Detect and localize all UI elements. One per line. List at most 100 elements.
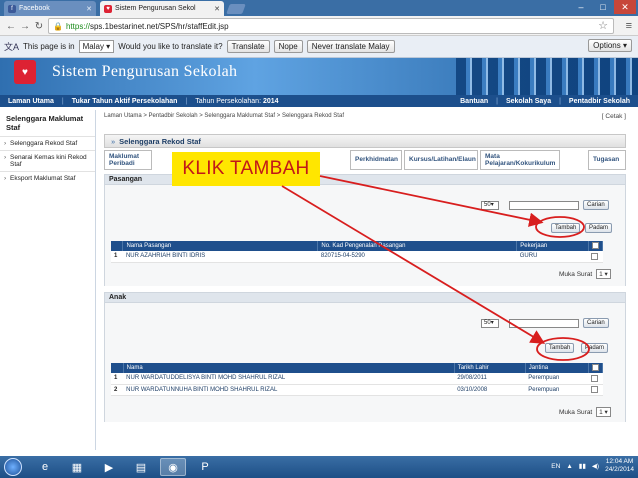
carian-button[interactable]: Carian <box>583 318 609 328</box>
select-all-checkbox[interactable] <box>591 242 599 250</box>
close-window-icon[interactable]: ✕ <box>614 0 636 14</box>
col-tarikh-lahir: Tarikh Lahir <box>454 363 526 373</box>
table-row[interactable]: 1 NUR AZAHRIAH BINTI IDRIS 820715-04-529… <box>111 251 603 263</box>
sidebar-item-senarai[interactable]: Senarai Kemas kini Rekod Staf <box>0 150 95 171</box>
padam-button[interactable]: Padam <box>585 223 613 233</box>
reload-icon[interactable]: ↻ <box>32 19 46 33</box>
tab-kursus[interactable]: Kursus/Latihan/Elaun <box>404 150 478 170</box>
sidebar-item-selenggara[interactable]: Selenggara Rekod Staf <box>0 136 95 150</box>
search-input[interactable] <box>509 201 579 210</box>
translate-prefix: This page is in <box>23 42 75 51</box>
powerpoint-icon[interactable]: P <box>192 458 218 476</box>
tab-label: Sistem Pengurusan Sekol <box>115 5 196 12</box>
tab-maklumat-peribadi[interactable]: Maklumat Peribadi <box>104 150 152 170</box>
close-icon[interactable]: ✕ <box>86 5 92 13</box>
windows-taskbar: e ▦ ▶ ▤ ◉ P EN ▲ ▮▮ ◀) 12:04 AM 24/2/201… <box>0 456 638 478</box>
tab-tugasan[interactable]: Tugasan <box>588 150 626 170</box>
app-title: Sistem Pengurusan Sekolah <box>52 63 238 80</box>
url-path: sps.1bestarinet.net/SPS/hr/staffEdit.jsp <box>89 21 229 31</box>
language-select[interactable]: Malay ▾ <box>78 40 115 53</box>
bookmark-star-icon[interactable]: ☆ <box>598 19 608 32</box>
collapse-icon: » <box>111 136 116 146</box>
menu-pentadbir-sekolah[interactable]: Pentadbir Sekolah <box>561 98 638 105</box>
annotation-label: KLIK TAMBAH <box>172 152 320 186</box>
sidebar-item-eksport[interactable]: Eksport Maklumat Staf <box>0 171 95 185</box>
cell-dob: 03/10/2008 <box>454 384 526 396</box>
padam-button[interactable]: Padam <box>581 343 609 353</box>
menu-laman-utama[interactable]: Laman Utama <box>0 98 62 105</box>
tray-arrow-icon[interactable]: ▲ <box>566 463 572 470</box>
col-no-kad: No. Kad Pengenalan Pasangan <box>317 241 518 251</box>
cell-dob: 29/08/2011 <box>454 373 526 385</box>
cell-gender: Perempuan <box>525 384 589 396</box>
translate-button[interactable]: Translate <box>226 40 270 53</box>
network-icon[interactable]: ▮▮ <box>579 462 586 470</box>
options-button[interactable]: Options ▾ <box>588 39 632 52</box>
tab-mata-pelajaran[interactable]: Mata Pelajaran/Kokurikulum <box>480 150 560 170</box>
page-select[interactable]: 1 ▾ <box>596 269 611 279</box>
system-tray: EN ▲ ▮▮ ◀) 12:04 AM 24/2/2014 <box>551 458 634 474</box>
lock-icon: 🔒 <box>53 21 63 31</box>
chrome-icon[interactable]: ◉ <box>160 458 186 476</box>
table-row[interactable]: 1 NUR WARDATUDDELISYA BINTI MOHD SHAHRUL… <box>111 373 603 385</box>
explorer-icon[interactable]: ▦ <box>64 458 90 476</box>
url-input[interactable]: 🔒 https:// sps.1bestarinet.net/SPS/hr/st… <box>48 18 614 34</box>
ie-icon[interactable]: e <box>32 458 58 476</box>
menu-icon[interactable]: ≡ <box>626 20 632 32</box>
page-size-select[interactable]: 50▾ <box>481 201 499 210</box>
tab-sps[interactable]: ♥ Sistem Pengurusan Sekol ✕ <box>100 1 224 16</box>
nope-button[interactable]: Nope <box>273 40 303 53</box>
start-button[interactable] <box>4 458 22 476</box>
cell-name[interactable]: NUR AZAHRIAH BINTI IDRIS <box>122 251 318 263</box>
col-pekerjaan: Pekerjaan <box>516 241 589 251</box>
sps-favicon-icon: ♥ <box>104 4 112 13</box>
search-input[interactable] <box>509 319 579 328</box>
app-banner: ♥ Sistem Pengurusan Sekolah <box>0 58 638 95</box>
tab-label: Facebook <box>19 5 50 12</box>
folder-icon[interactable]: ▤ <box>128 458 154 476</box>
select-all-checkbox[interactable] <box>591 364 599 372</box>
school-logo-icon: ♥ <box>14 60 36 84</box>
never-translate-button[interactable]: Never translate Malay <box>306 40 395 53</box>
banner-decoration <box>456 58 638 95</box>
tab-facebook[interactable]: f Facebook ✕ <box>4 1 96 16</box>
clock[interactable]: 12:04 AM 24/2/2014 <box>605 458 634 474</box>
pasangan-section: Pasangan 50▾ Carian Tambah Padam Nama Pa… <box>104 174 626 286</box>
anak-table: Nama Tarikh Lahir Jantina 1 NUR WARDATUD… <box>111 363 604 396</box>
menu-sekolah-saya[interactable]: Sekolah Saya <box>498 98 559 105</box>
pagination: Muka Surat 1 ▾ <box>559 269 611 279</box>
cell-name[interactable]: NUR WARDATUDDELISYA BINTI MOHD SHAHRUL R… <box>123 373 455 385</box>
forward-icon[interactable]: → <box>18 19 32 33</box>
minimize-icon[interactable]: – <box>570 0 592 14</box>
back-icon[interactable]: ← <box>4 19 18 33</box>
facebook-icon: f <box>8 4 16 13</box>
cell-ic: 820715-04-5290 <box>317 251 517 263</box>
translate-question: Would you like to translate it? <box>118 42 223 51</box>
col-nama: Nama <box>123 363 455 373</box>
tambah-button[interactable]: Tambah <box>545 343 575 353</box>
table-header: Nama Pasangan No. Kad Pengenalan Pasanga… <box>111 241 604 251</box>
cell-name[interactable]: NUR WARDATUNNUHA BINTI MOHD SHAHRUL RIZA… <box>123 384 455 396</box>
row-checkbox[interactable] <box>591 252 599 260</box>
menu-bantuan[interactable]: Bantuan <box>452 98 496 105</box>
carian-button[interactable]: Carian <box>583 200 609 210</box>
school-year: Tahun Persekolahan: 2014 <box>195 97 279 105</box>
new-tab-button[interactable] <box>226 4 246 14</box>
media-icon[interactable]: ▶ <box>96 458 122 476</box>
tambah-button[interactable]: Tambah <box>551 223 581 233</box>
print-link[interactable]: [ Cetak ] <box>602 113 626 120</box>
page-select[interactable]: 1 ▾ <box>596 407 611 417</box>
row-checkbox[interactable] <box>591 374 599 382</box>
breadcrumb: Laman Utama > Pentadbir Sekolah > Seleng… <box>104 113 344 119</box>
menu-tukar-tahun[interactable]: Tukar Tahun Aktif Persekolahan <box>64 98 186 105</box>
volume-icon[interactable]: ◀) <box>592 462 599 470</box>
table-row[interactable]: 2 NUR WARDATUNNUHA BINTI MOHD SHAHRUL RI… <box>111 384 603 396</box>
page-size-select[interactable]: 50▾ <box>481 319 499 328</box>
maximize-icon[interactable]: □ <box>592 0 614 14</box>
sidebar-heading: Selenggara Maklumat Staf <box>6 114 84 132</box>
close-icon[interactable]: ✕ <box>214 5 220 13</box>
language-indicator[interactable]: EN <box>551 463 560 470</box>
anak-section: Anak 50▾ Carian Tambah Padam Nama Tarikh… <box>104 292 626 422</box>
tab-perkhidmatan[interactable]: Perkhidmatan <box>350 150 402 170</box>
row-checkbox[interactable] <box>591 385 599 393</box>
